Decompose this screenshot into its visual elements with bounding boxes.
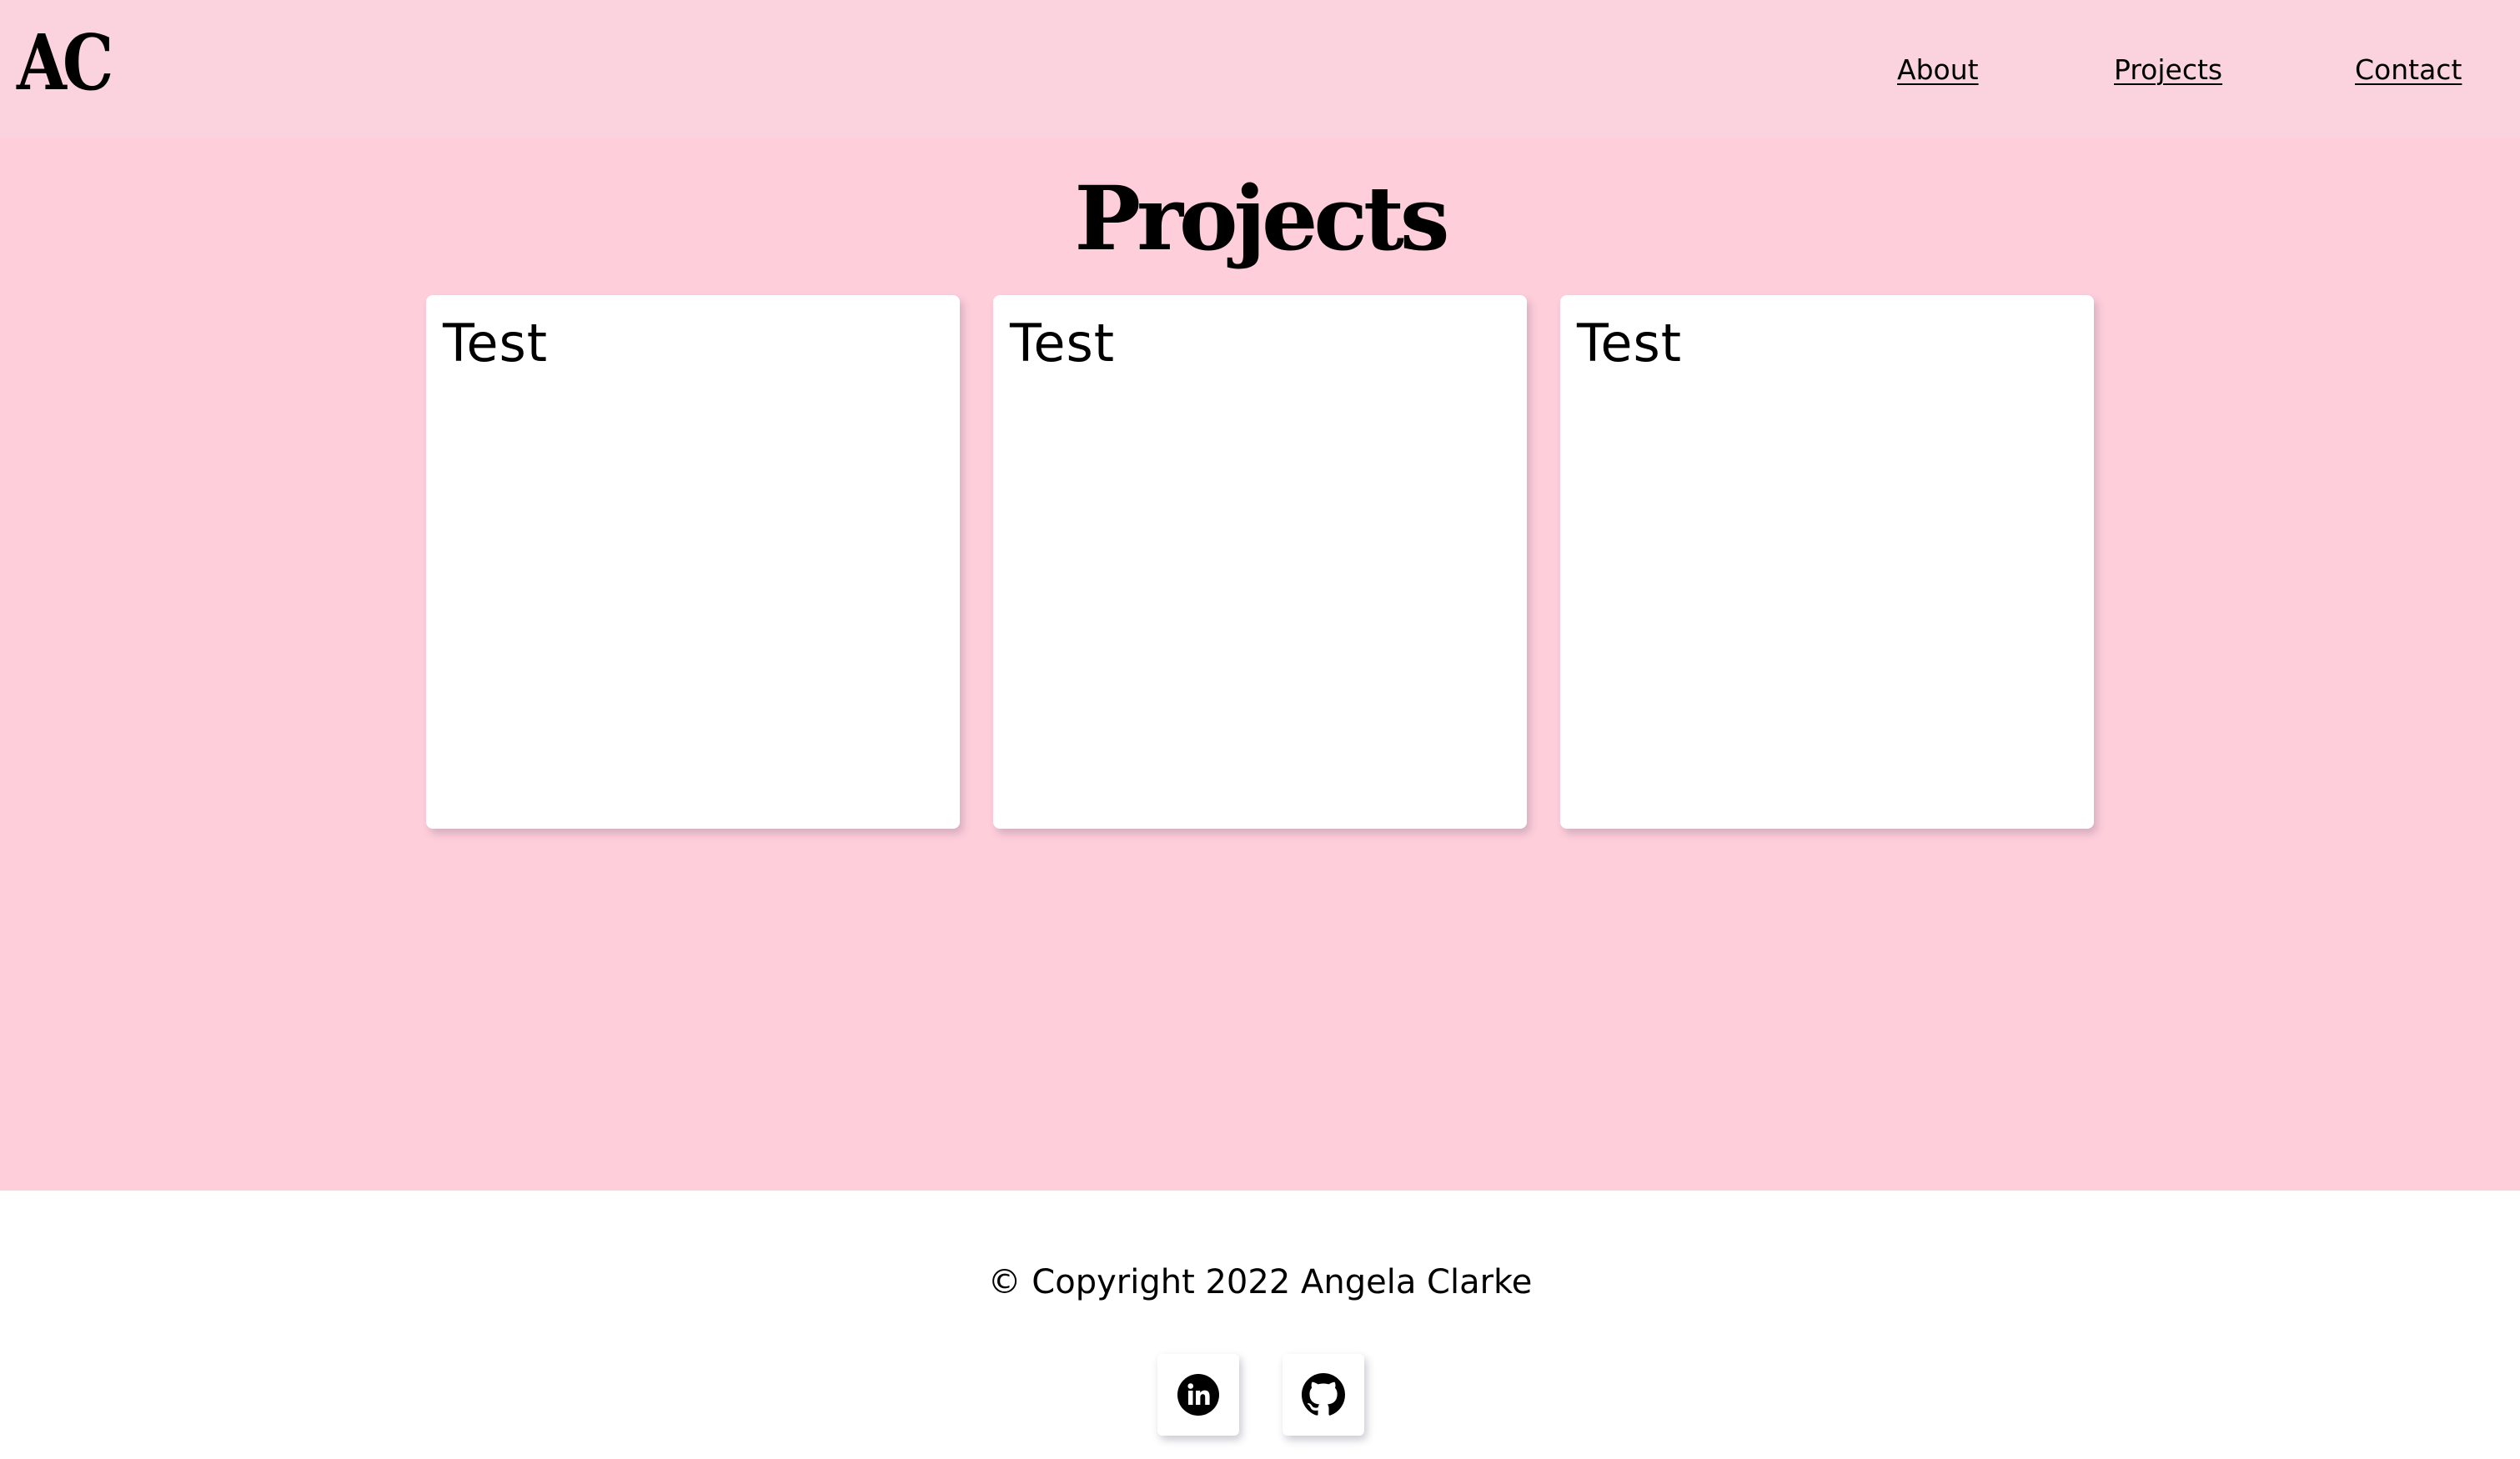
copyright-text: © Copyright 2022 Angela Clarke <box>987 1263 1533 1301</box>
github-button[interactable] <box>1283 1354 1364 1436</box>
github-icon <box>1302 1373 1345 1416</box>
projects-section: Projects Test Test Test <box>0 138 2520 1191</box>
nav-link-contact[interactable]: Contact <box>2355 52 2462 88</box>
footer: © Copyright 2022 Angela Clarke <box>0 1191 2520 1459</box>
linkedin-button[interactable] <box>1157 1354 1239 1436</box>
project-card-title: Test <box>443 313 549 374</box>
nav-link-projects[interactable]: Projects <box>2114 52 2222 88</box>
page-title: Projects <box>1074 166 1449 270</box>
navbar: AC About Projects Contact <box>0 0 2520 138</box>
project-card[interactable]: Test <box>426 295 960 829</box>
project-card[interactable]: Test <box>1560 295 2094 829</box>
project-card-title: Test <box>1010 313 1116 374</box>
project-card-title: Test <box>1577 313 1683 374</box>
nav-link-about[interactable]: About <box>1897 52 1979 88</box>
logo[interactable]: AC <box>17 17 113 108</box>
project-card[interactable]: Test <box>993 295 1527 829</box>
linkedin-icon <box>1177 1373 1220 1416</box>
